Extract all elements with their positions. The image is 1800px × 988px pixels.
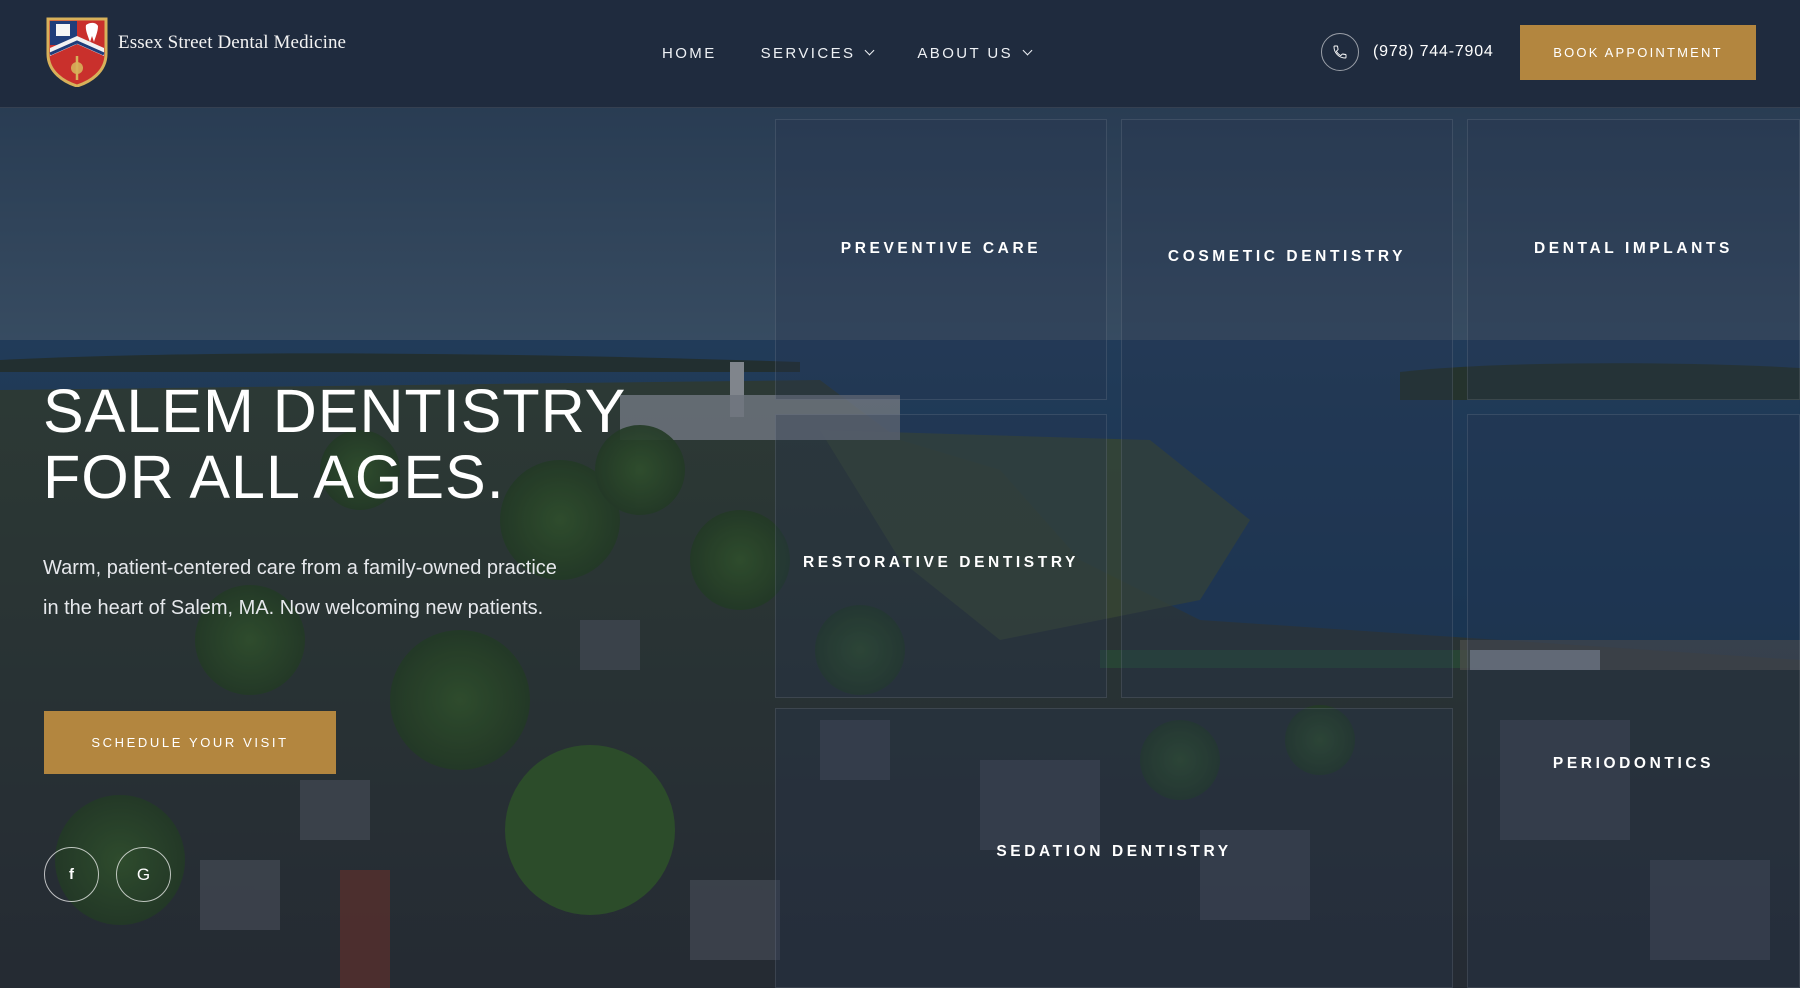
google-link[interactable]: G [116, 847, 171, 902]
service-label: COSMETIC DENTISTRY [1167, 248, 1407, 265]
crest-shield-icon [46, 17, 108, 87]
service-label: PERIODONTICS [1552, 755, 1715, 772]
hero-subtitle: Warm, patient-centered care from a famil… [43, 557, 557, 619]
phone-icon [1321, 33, 1359, 71]
logo[interactable]: Essex Street Dental Medicine [46, 16, 346, 87]
hero-title-line-1: SALEM DENTISTRY [43, 377, 627, 445]
nav-about-us[interactable]: ABOUT US [917, 44, 1033, 62]
phone-link[interactable]: (978) 744-7904 [1321, 33, 1494, 71]
chevron-down-icon [1022, 45, 1033, 56]
service-label: PREVENTIVE CARE [840, 239, 1042, 257]
service-tile-periodontics[interactable]: PERIODONTICS [1467, 414, 1800, 988]
book-appointment-button[interactable]: BOOK APPOINTMENT [1520, 25, 1756, 80]
service-tile-dental-implants[interactable]: DENTAL IMPLANTS [1467, 119, 1800, 400]
nav-home[interactable]: HOME [662, 45, 717, 62]
nav-services[interactable]: SERVICES [760, 44, 875, 62]
chevron-down-icon [864, 45, 875, 56]
service-tile-sedation-dentistry[interactable]: SEDATION DENTISTRY [775, 708, 1453, 988]
google-icon: G [136, 864, 151, 884]
page: Essex Street Dental Medicine HOME SERVIC… [0, 0, 1800, 988]
hero-title-line-2: FOR ALL AGES. [43, 443, 505, 511]
nav-services-label: SERVICES [760, 44, 856, 62]
hero-title: SALEM DENTISTRY FOR ALL AGES. [43, 378, 626, 510]
service-label: DENTAL IMPLANTS [1534, 239, 1733, 257]
schedule-visit-button[interactable]: SCHEDULE YOUR VISIT [44, 711, 336, 774]
main-nav: HOME SERVICES ABOUT US [662, 0, 1033, 106]
facebook-icon: f [69, 866, 74, 883]
service-label: RESTORATIVE DENTISTRY [803, 554, 1079, 571]
service-tile-preventive-care[interactable]: PREVENTIVE CARE [775, 119, 1107, 400]
facebook-link[interactable]: f [44, 847, 99, 902]
brand-name: Essex Street Dental Medicine [118, 31, 347, 53]
service-tile-cosmetic-dentistry[interactable]: COSMETIC DENTISTRY [1121, 119, 1453, 698]
phone-number: (978) 744-7904 [1373, 43, 1494, 60]
nav-home-label: HOME [662, 44, 717, 62]
service-label: SEDATION DENTISTRY [996, 843, 1232, 860]
site-header: Essex Street Dental Medicine HOME SERVIC… [0, 0, 1800, 108]
nav-about-label: ABOUT US [917, 44, 1014, 62]
service-tile-restorative-dentistry[interactable]: RESTORATIVE DENTISTRY [775, 414, 1107, 698]
